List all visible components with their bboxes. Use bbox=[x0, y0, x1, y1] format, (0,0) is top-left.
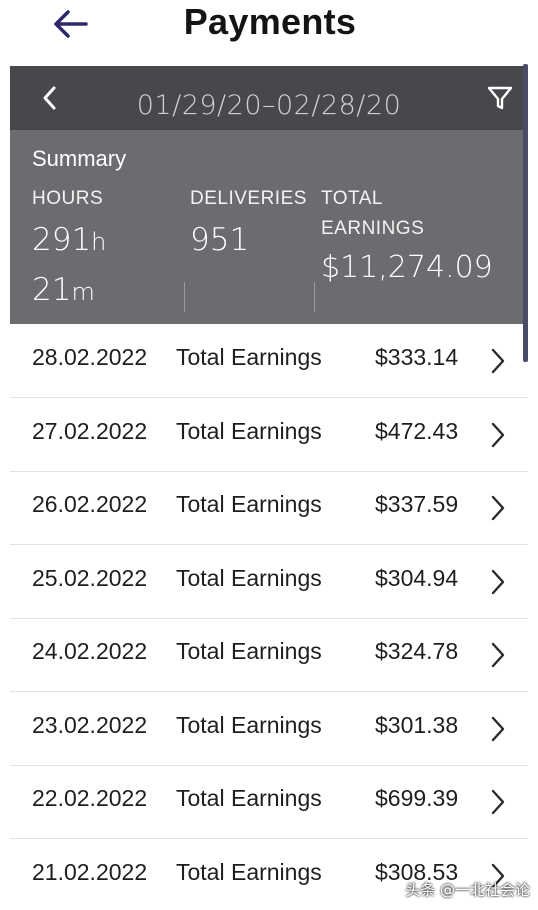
summary-title: Summary bbox=[32, 146, 127, 171]
row-amount: $337.59 bbox=[375, 491, 459, 517]
row-date: 25.02.2022 bbox=[32, 565, 148, 591]
total-earnings-value: $11,274.09 bbox=[321, 250, 493, 285]
hours-value: 291h bbox=[32, 222, 106, 258]
earnings-row[interactable]: 27.02.2022 Total Earnings $472.43 bbox=[10, 398, 528, 472]
row-date: 22.02.2022 bbox=[32, 785, 148, 811]
minutes-unit: m bbox=[71, 278, 95, 306]
chevron-right-icon bbox=[491, 642, 505, 668]
summary-divider bbox=[314, 282, 315, 312]
row-date: 28.02.2022 bbox=[32, 344, 148, 370]
earnings-row[interactable]: 28.02.2022 Total Earnings $333.14 bbox=[10, 324, 528, 398]
watermark-text: 头条 @一北社会论 bbox=[405, 881, 530, 899]
hours-number: 291 bbox=[32, 222, 92, 258]
row-date: 21.02.2022 bbox=[32, 859, 148, 885]
row-label: Total Earnings bbox=[176, 712, 322, 738]
filter-icon bbox=[487, 86, 513, 110]
row-amount: $301.38 bbox=[375, 712, 459, 738]
row-date: 27.02.2022 bbox=[32, 418, 148, 444]
summary-divider bbox=[184, 282, 185, 312]
scrollbar-thumb[interactable] bbox=[523, 64, 528, 362]
earnings-row[interactable]: 24.02.2022 Total Earnings $324.78 bbox=[10, 618, 528, 692]
chevron-right-icon bbox=[491, 789, 505, 815]
chevron-right-icon bbox=[491, 716, 505, 742]
total-earnings-label-line1: TOTAL bbox=[321, 188, 383, 209]
row-date: 23.02.2022 bbox=[32, 712, 148, 738]
chevron-right-icon bbox=[491, 422, 505, 448]
row-label: Total Earnings bbox=[176, 785, 322, 811]
deliveries-value: 951 bbox=[190, 222, 250, 258]
row-label: Total Earnings bbox=[176, 418, 322, 444]
row-label: Total Earnings bbox=[176, 859, 322, 885]
hours-label: HOURS bbox=[32, 188, 104, 209]
earnings-row[interactable]: 22.02.2022 Total Earnings $699.39 bbox=[10, 765, 528, 839]
chevron-right-icon bbox=[491, 348, 505, 374]
date-range-text[interactable]: 01/29/20–02/28/20 bbox=[10, 90, 528, 121]
earnings-row[interactable]: 26.02.2022 Total Earnings $337.59 bbox=[10, 471, 528, 545]
row-label: Total Earnings bbox=[176, 491, 322, 517]
row-amount: $472.43 bbox=[375, 418, 459, 444]
filter-button[interactable] bbox=[482, 80, 518, 116]
top-bar: Payments bbox=[0, 0, 538, 66]
row-amount: $304.94 bbox=[375, 565, 459, 591]
row-label: Total Earnings bbox=[176, 565, 322, 591]
row-label: Total Earnings bbox=[176, 344, 322, 370]
row-date: 24.02.2022 bbox=[32, 638, 148, 664]
row-amount: $333.14 bbox=[375, 344, 459, 370]
row-amount: $324.78 bbox=[375, 638, 459, 664]
minutes-value: 21m bbox=[32, 272, 95, 308]
page-title: Payments bbox=[183, 1, 357, 42]
minutes-number: 21 bbox=[32, 272, 72, 308]
deliveries-label: DELIVERIES bbox=[190, 188, 307, 209]
hours-unit: h bbox=[91, 228, 107, 256]
chevron-right-icon bbox=[491, 569, 505, 595]
row-amount: $699.39 bbox=[375, 785, 459, 811]
summary-section: Summary HOURS 291h 21m DELIVERIES 951 TO… bbox=[10, 130, 528, 324]
summary-panel: 01/29/20–02/28/20 Summary HOURS 291h 21m… bbox=[10, 66, 528, 324]
chevron-right-icon bbox=[491, 495, 505, 521]
row-label: Total Earnings bbox=[176, 638, 322, 664]
earnings-row[interactable]: 25.02.2022 Total Earnings $304.94 bbox=[10, 545, 528, 619]
date-range-bar: 01/29/20–02/28/20 bbox=[10, 66, 528, 130]
total-earnings-label-line2: EARNINGS bbox=[321, 218, 425, 239]
earnings-row[interactable]: 23.02.2022 Total Earnings $301.38 bbox=[10, 692, 528, 766]
row-date: 26.02.2022 bbox=[32, 491, 148, 517]
